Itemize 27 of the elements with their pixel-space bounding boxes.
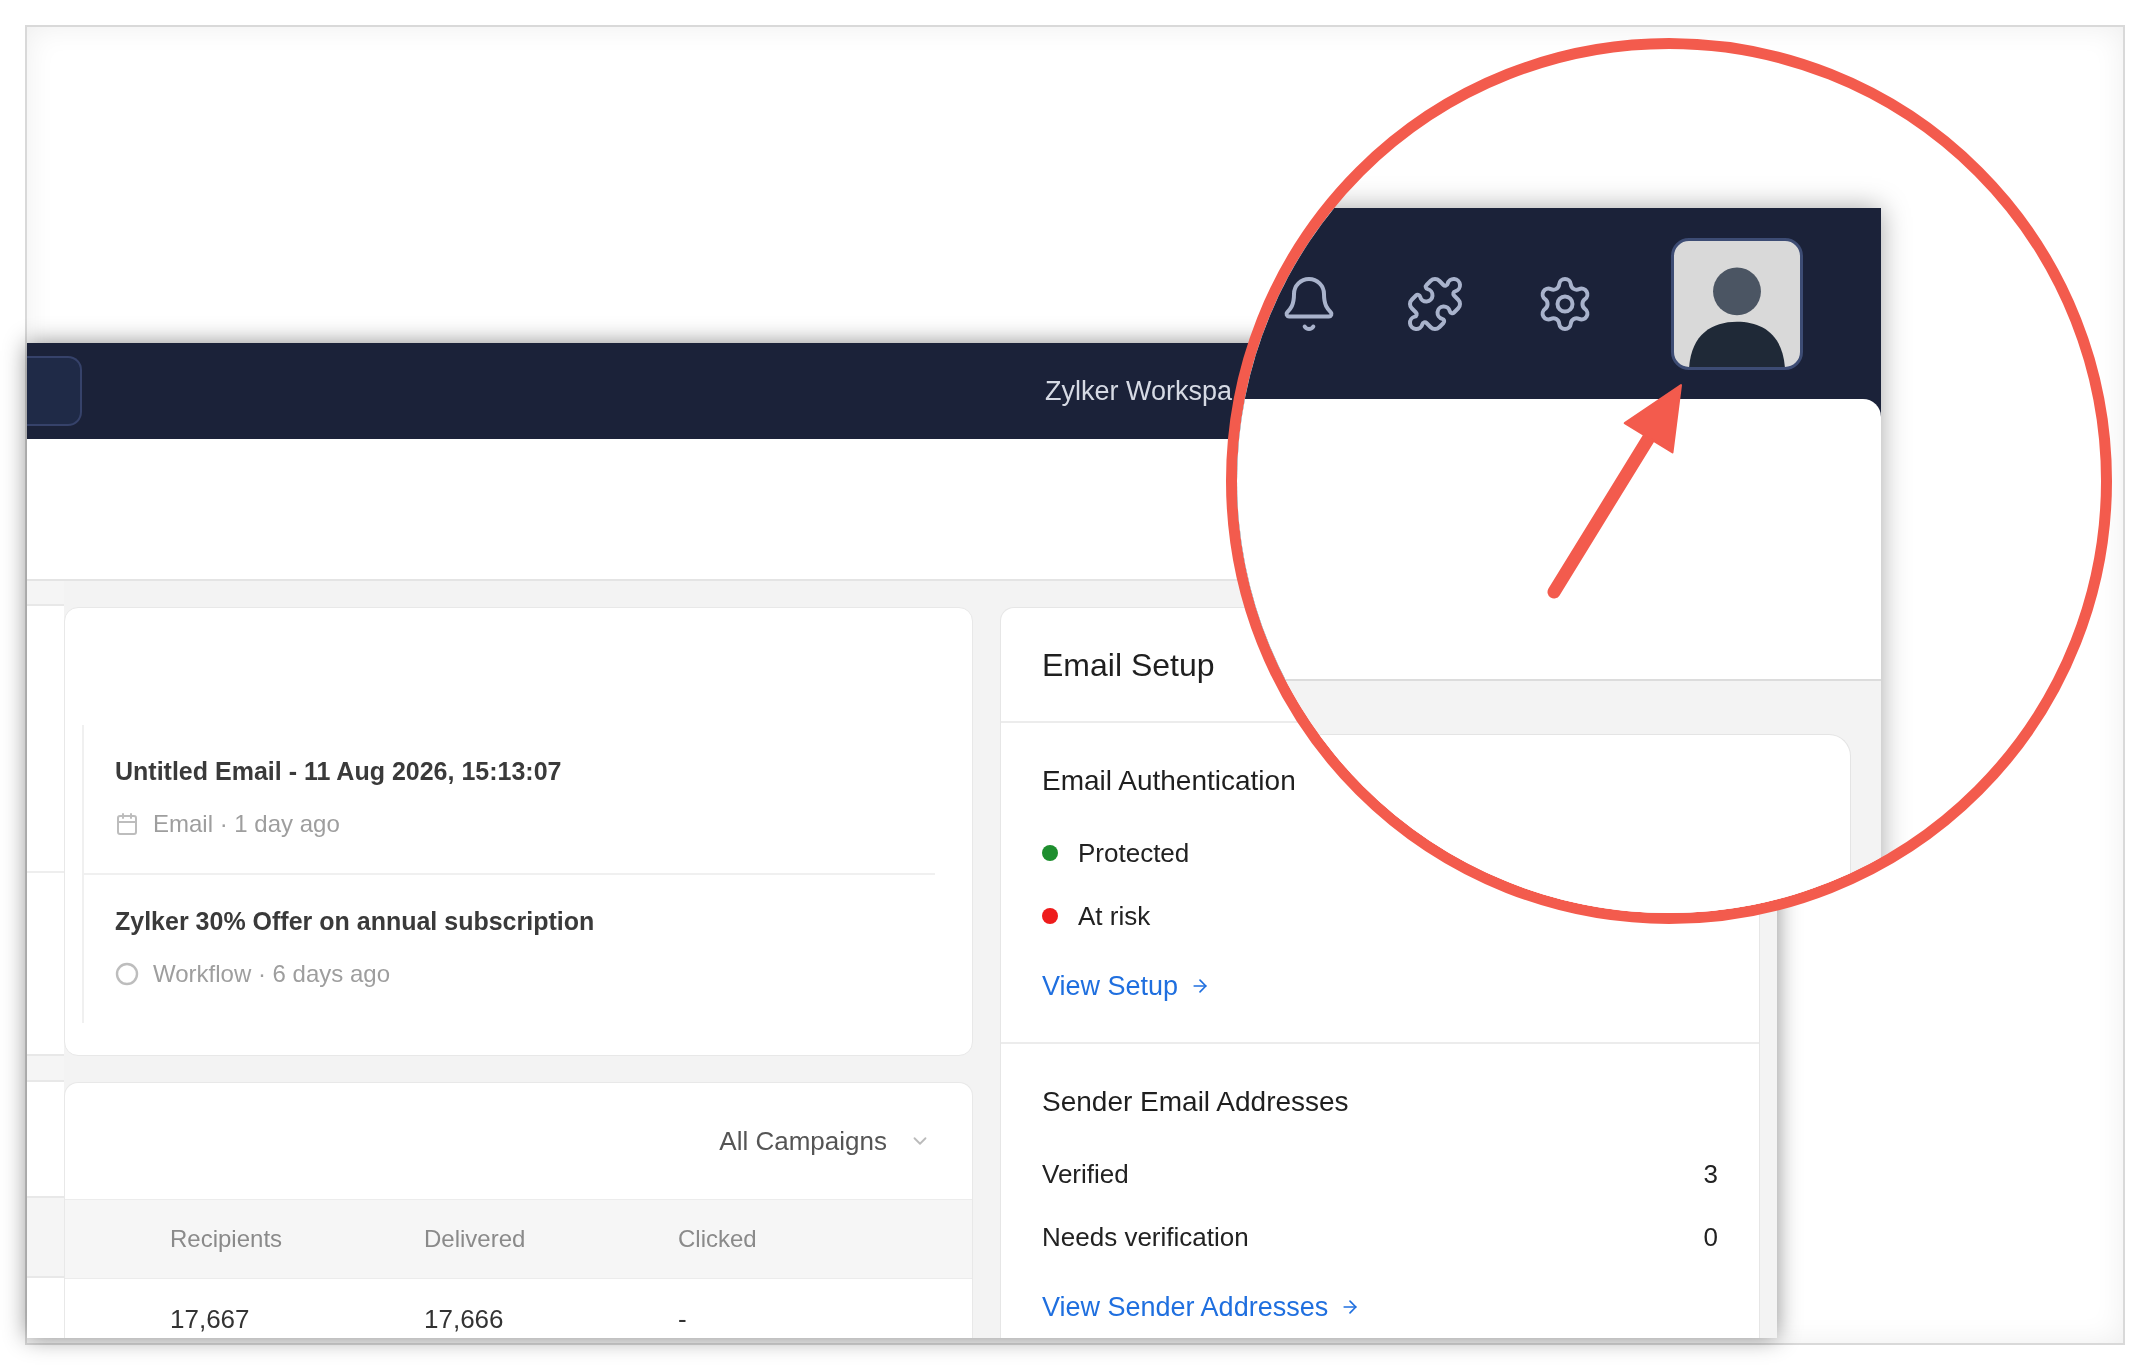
circle-icon [115, 962, 139, 986]
workspace-name: Zylker Workspa [1045, 375, 1233, 408]
card-title: Email Setup [1042, 645, 1215, 685]
column-header: Clicked [678, 1225, 757, 1252]
table-cell: 17,666 [424, 1304, 504, 1334]
column-header: Delivered [424, 1225, 526, 1252]
count-value: 3 [1703, 1158, 1718, 1191]
column-header: Recipients [170, 1225, 283, 1252]
status-label: Protected [1078, 837, 1190, 870]
activity-title[interactable]: Zylker 30% Offer on annual subscription [115, 903, 595, 939]
section-title: Sender Email Addresses [1042, 1085, 1349, 1119]
header-field[interactable] [27, 356, 82, 426]
table-cell: 17,667 [170, 1304, 250, 1334]
calendar-icon [115, 812, 139, 836]
status-label: At risk [1078, 900, 1151, 933]
section-title: Email Authentication [1042, 764, 1296, 798]
count-label: Needs verification [1042, 1221, 1249, 1254]
section-link[interactable]: View Sender Addresses [1042, 1289, 1361, 1325]
user-avatar-icon[interactable] [1671, 237, 1803, 370]
count-value: 0 [1703, 1221, 1718, 1254]
activity-title[interactable]: Untitled Email - 11 Aug 2026, 15:13:07 [115, 753, 562, 789]
count-label: Verified [1042, 1158, 1129, 1191]
activity-meta: Workflow · 6 days ago [153, 959, 390, 989]
campaign-filter-dropdown[interactable]: All Campaigns [719, 1124, 931, 1158]
section-link[interactable]: View Setup [1042, 968, 1211, 1004]
table-cell: - [678, 1304, 687, 1334]
activity-meta: Email · 1 day ago [153, 809, 340, 839]
